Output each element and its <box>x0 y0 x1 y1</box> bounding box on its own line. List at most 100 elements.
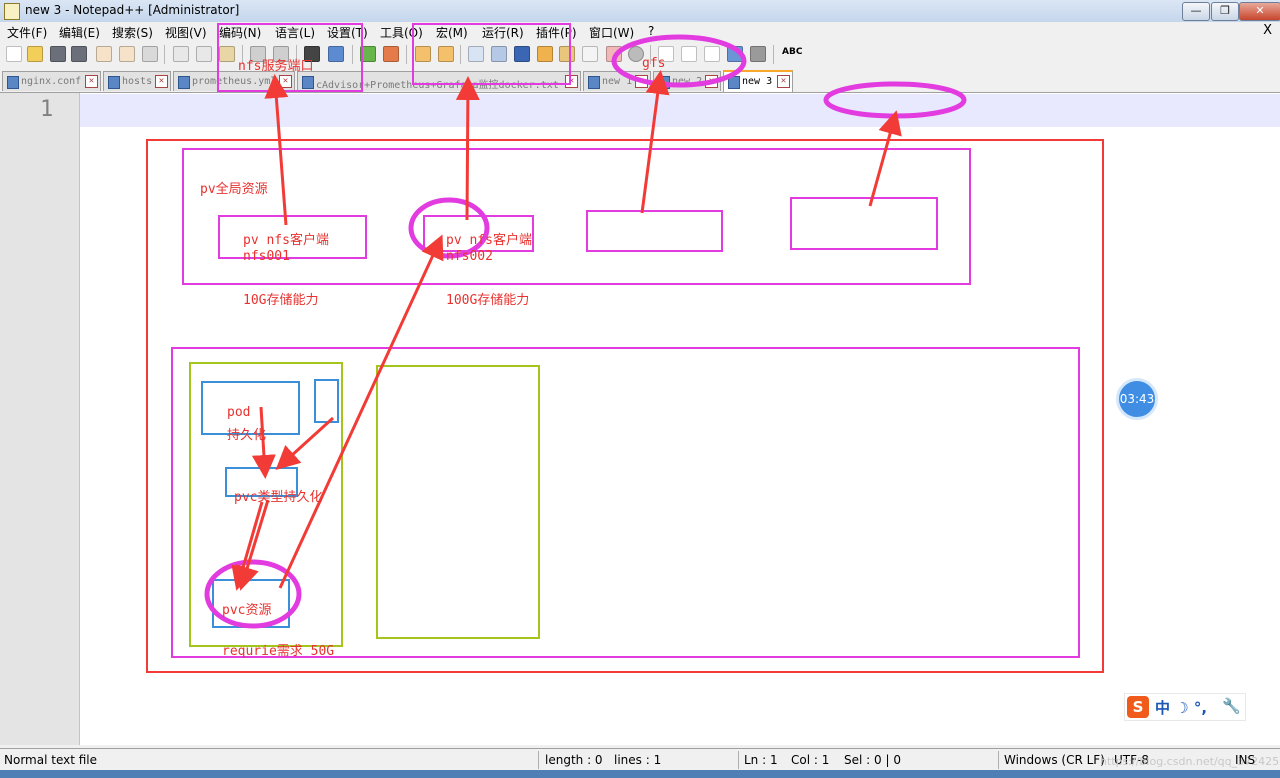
tab-prometheus-yml[interactable]: prometheus.yml ✕ <box>173 71 295 91</box>
nfs001-label: nfs001 <box>243 249 290 264</box>
paste-icon[interactable] <box>219 46 235 62</box>
menu-plugins[interactable]: 插件(P) <box>536 24 577 41</box>
menu-help[interactable]: ? <box>648 24 654 38</box>
capacity-100g-label: 100G存储能力 <box>446 293 530 308</box>
sogou-logo-icon[interactable]: S <box>1127 696 1149 718</box>
menu-tools[interactable]: 工具(O) <box>380 24 423 41</box>
cut-icon[interactable] <box>173 46 189 62</box>
tab-close-icon[interactable]: ✕ <box>705 75 718 88</box>
line-number: 1 <box>40 97 54 122</box>
copy-icon[interactable] <box>196 46 212 62</box>
tab-label: cAdvisor+Prometheus+Grafana监控docker.txt <box>316 80 559 91</box>
status-eol[interactable]: Windows (CR LF) <box>1004 753 1105 767</box>
tab-nginx-conf[interactable]: nginx.conf ✕ <box>2 71 101 91</box>
close-document-x[interactable]: X <box>1263 23 1272 38</box>
tab-new-1[interactable]: new 1 ✕ <box>583 71 651 91</box>
close-all-icon[interactable] <box>119 46 135 62</box>
status-lines: lines : 1 <box>614 753 662 767</box>
sync-vertical-icon[interactable] <box>415 46 431 62</box>
status-selection: Sel : 0 | 0 <box>844 753 901 767</box>
ime-settings-icon[interactable]: 🔧 <box>1222 697 1241 715</box>
notepad-app-icon <box>4 3 20 20</box>
minimize-button[interactable]: — <box>1182 2 1210 21</box>
folder-workspace-icon[interactable] <box>606 46 622 62</box>
tab-label: new 3 <box>742 76 773 87</box>
menu-settings[interactable]: 设置(T) <box>327 24 368 41</box>
file-icon <box>7 76 19 89</box>
tab-hosts[interactable]: hosts ✕ <box>103 71 171 91</box>
sync-horizontal-icon[interactable] <box>438 46 454 62</box>
nfs-port-label: nfs服务端口 <box>238 59 314 74</box>
menu-search[interactable]: 搜索(S) <box>112 24 153 41</box>
windows-taskbar <box>0 770 1280 778</box>
tab-label: new 2 <box>672 76 703 87</box>
save-icon[interactable] <box>50 46 66 62</box>
print-icon[interactable] <box>142 46 158 62</box>
close-button[interactable]: ✕ <box>1239 2 1280 21</box>
pv-global-label: pv全局资源 <box>200 182 268 197</box>
status-column: Col : 1 <box>791 753 830 767</box>
show-all-chars-icon[interactable] <box>491 46 507 62</box>
status-bar: Normal text file length : 0 lines : 1 Ln… <box>0 748 1280 771</box>
pvc-type-label: pvc类型持久化 <box>234 490 323 505</box>
tab-bar: nginx.conf ✕ hosts ✕ prometheus.yml ✕ cA… <box>0 70 1280 93</box>
save-macro-icon[interactable] <box>750 46 766 62</box>
language-icon[interactable] <box>537 46 553 62</box>
save-all-icon[interactable] <box>71 46 87 62</box>
window-title: new 3 - Notepad++ [Administrator] <box>25 3 240 17</box>
run-macro-multiple-icon[interactable] <box>727 46 743 62</box>
menu-run[interactable]: 运行(R) <box>482 24 524 41</box>
menu-view[interactable]: 视图(V) <box>165 24 207 41</box>
file-icon <box>658 76 670 89</box>
menu-edit[interactable]: 编辑(E) <box>59 24 100 41</box>
tab-new-2[interactable]: new 2 ✕ <box>653 71 721 91</box>
tab-label: hosts <box>122 76 153 87</box>
recording-timer[interactable]: 03:43 <box>1116 378 1158 420</box>
replace-icon[interactable] <box>328 46 344 62</box>
menu-file[interactable]: 文件(F) <box>7 24 47 41</box>
close-file-icon[interactable] <box>96 46 112 62</box>
stop-macro-icon[interactable] <box>681 46 697 62</box>
menu-macro[interactable]: 宏(M) <box>436 24 468 41</box>
menu-encoding[interactable]: 编码(N) <box>219 24 261 41</box>
pod-label: pod <box>227 405 251 420</box>
menu-language[interactable]: 语言(L) <box>275 24 315 41</box>
line-number-gutter: 1 <box>0 93 80 745</box>
ime-toolbar[interactable]: S 中 ☽ °, 🔧 <box>1124 693 1246 721</box>
tab-close-icon[interactable]: ✕ <box>565 75 578 88</box>
tab-close-icon[interactable]: ✕ <box>279 75 292 88</box>
word-wrap-icon[interactable] <box>468 46 484 62</box>
file-icon <box>108 76 120 89</box>
tab-label: nginx.conf <box>21 76 82 87</box>
tab-new-3[interactable]: new 3 ✕ <box>723 70 793 92</box>
indent-guide-icon[interactable] <box>514 46 530 62</box>
tab-cadvisor-txt[interactable]: cAdvisor+Prometheus+Grafana监控docker.txt … <box>297 71 581 91</box>
zoom-in-icon[interactable] <box>360 46 376 62</box>
restore-button[interactable]: ❐ <box>1211 2 1239 21</box>
menu-bar: 文件(F) 编辑(E) 搜索(S) 视图(V) 编码(N) 语言(L) 设置(T… <box>0 22 1280 41</box>
menu-window[interactable]: 窗口(W) <box>589 24 634 41</box>
open-file-icon[interactable] <box>27 46 43 62</box>
toolbar: ABC <box>0 41 1280 68</box>
tab-close-icon[interactable]: ✕ <box>85 75 98 88</box>
tab-label: prometheus.yml <box>192 76 277 87</box>
ime-mode-indicators[interactable]: 中 ☽ °, <box>1155 697 1207 718</box>
tab-close-icon[interactable]: ✕ <box>777 75 790 88</box>
file-icon <box>588 76 600 89</box>
zoom-out-icon[interactable] <box>383 46 399 62</box>
doc-map-icon[interactable] <box>559 46 575 62</box>
play-macro-icon[interactable] <box>704 46 720 62</box>
tab-close-icon[interactable]: ✕ <box>155 75 168 88</box>
spell-check-icon[interactable]: ABC <box>782 47 802 57</box>
status-length: length : 0 <box>545 753 603 767</box>
gfs-label: gfs <box>642 56 666 71</box>
file-icon <box>302 76 314 89</box>
pv-client-label-1: pv nfs客户端 <box>243 233 329 248</box>
tab-close-icon[interactable]: ✕ <box>635 75 648 88</box>
new-file-icon[interactable] <box>6 46 22 62</box>
capacity-10g-label: 10G存储能力 <box>243 293 319 308</box>
status-insert-mode[interactable]: INS <box>1235 753 1255 767</box>
function-list-icon[interactable] <box>582 46 598 62</box>
file-icon <box>728 76 740 89</box>
nfs002-label: nfs002 <box>446 249 493 264</box>
